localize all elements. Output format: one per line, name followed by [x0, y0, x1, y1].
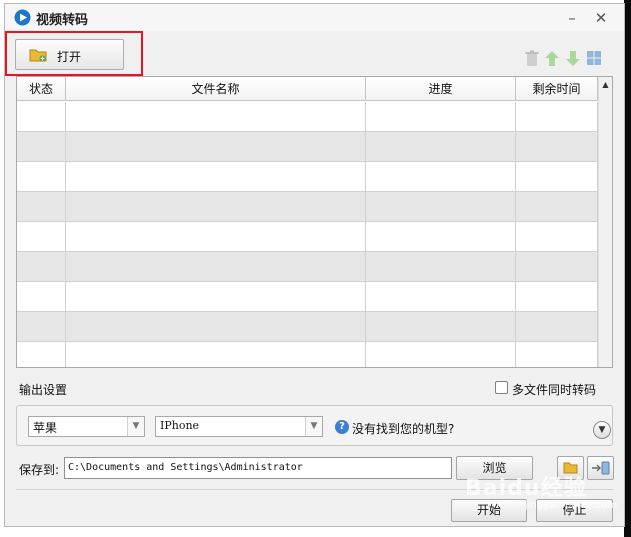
table-row[interactable] — [17, 342, 598, 367]
table-row[interactable] — [17, 102, 598, 132]
watermark-url: jingyan.baidu.com — [525, 500, 618, 511]
cell-remaining-time — [516, 102, 598, 132]
cell-filename — [66, 102, 366, 132]
app-play-icon — [14, 9, 31, 26]
table-row[interactable] — [17, 162, 598, 192]
cell-filename — [66, 312, 366, 342]
brand-select[interactable]: 苹果 ▼ — [28, 416, 145, 437]
scroll-up-arrow-icon[interactable]: ▲ — [599, 77, 612, 93]
cell-progress — [366, 342, 516, 367]
cell-filename — [66, 192, 366, 222]
table-row[interactable] — [17, 312, 598, 342]
export-device-button[interactable] — [587, 456, 614, 480]
trash-icon[interactable] — [524, 50, 540, 67]
save-to-label: 保存到: — [19, 463, 60, 477]
column-header-remaining-time[interactable]: 剩余时间 — [516, 77, 598, 101]
brand-select-value: 苹果 — [33, 421, 58, 435]
cell-progress — [366, 222, 516, 252]
cell-status — [17, 222, 66, 252]
cell-progress — [366, 132, 516, 162]
watermark-logo: Baidu经验 — [465, 476, 587, 501]
cell-remaining-time — [516, 132, 598, 162]
cell-remaining-time — [516, 192, 598, 222]
window-title: 视频转码 — [36, 13, 89, 28]
folder-add-icon — [29, 49, 47, 62]
cell-progress — [366, 192, 516, 222]
title-bar: 视频转码 – ✕ — [5, 4, 624, 31]
minimize-button[interactable]: – — [563, 9, 581, 27]
chevron-down-icon: ▼ — [127, 417, 144, 436]
table-header: 状态 文件名称 进度 剩余时间 — [17, 77, 598, 101]
cell-filename — [66, 342, 366, 367]
cell-status — [17, 132, 66, 162]
table-row[interactable] — [17, 132, 598, 162]
cell-filename — [66, 282, 366, 312]
table-scrollbar[interactable]: ▲ — [598, 77, 612, 367]
cell-status — [17, 282, 66, 312]
open-button[interactable]: 打开 — [15, 39, 124, 70]
cell-status — [17, 102, 66, 132]
output-settings-label: 输出设置 — [19, 383, 68, 397]
model-select-value: IPhone — [160, 419, 200, 432]
cell-progress — [366, 312, 516, 342]
video-transcode-window: 视频转码 – ✕ 打开 状态 文件名称 进度 剩余时间 ▲ 输出设置 多文件同时… — [4, 3, 625, 527]
cell-progress — [366, 162, 516, 192]
desktop-edge — [624, 0, 631, 537]
file-list-table: 状态 文件名称 进度 剩余时间 ▲ — [16, 76, 613, 368]
column-header-progress[interactable]: 进度 — [366, 77, 516, 101]
expand-settings-icon[interactable]: ▼ — [593, 421, 611, 439]
help-icon[interactable]: ? — [335, 420, 349, 434]
move-down-icon[interactable] — [565, 50, 581, 67]
cell-progress — [366, 282, 516, 312]
cell-filename — [66, 132, 366, 162]
cell-status — [17, 162, 66, 192]
cell-remaining-time — [516, 312, 598, 342]
device-not-found-link[interactable]: 没有找到您的机型? — [352, 420, 454, 437]
export-to-device-icon — [592, 461, 610, 475]
save-path-field[interactable]: C:\Documents and Settings\Administrator — [64, 457, 452, 479]
table-row[interactable] — [17, 252, 598, 282]
cell-remaining-time — [516, 342, 598, 367]
cell-progress — [366, 102, 516, 132]
start-button[interactable]: 开始 — [451, 499, 527, 522]
cell-filename — [66, 252, 366, 282]
table-row[interactable] — [17, 192, 598, 222]
cell-filename — [66, 222, 366, 252]
open-button-label: 打开 — [57, 50, 82, 64]
cell-remaining-time — [516, 282, 598, 312]
column-header-status[interactable]: 状态 — [17, 77, 66, 101]
cell-status — [17, 192, 66, 222]
grid-view-icon[interactable] — [586, 50, 602, 67]
column-header-filename[interactable]: 文件名称 — [66, 77, 366, 101]
multi-file-label: 多文件同时转码 — [512, 383, 597, 397]
model-select[interactable]: IPhone ▼ — [155, 416, 323, 437]
cell-remaining-time — [516, 222, 598, 252]
close-button[interactable]: ✕ — [592, 9, 610, 27]
cell-status — [17, 342, 66, 367]
output-settings-panel: 苹果 ▼ IPhone ▼ ? 没有找到您的机型? ▼ — [16, 405, 613, 446]
cell-status — [17, 252, 66, 282]
chevron-down-icon: ▼ — [305, 417, 322, 436]
table-row[interactable] — [17, 282, 598, 312]
cell-status — [17, 312, 66, 342]
cell-filename — [66, 162, 366, 192]
cell-remaining-time — [516, 162, 598, 192]
cell-progress — [366, 252, 516, 282]
table-row[interactable] — [17, 222, 598, 252]
multi-file-checkbox[interactable] — [495, 381, 508, 394]
move-up-icon[interactable] — [544, 50, 560, 67]
cell-remaining-time — [516, 252, 598, 282]
